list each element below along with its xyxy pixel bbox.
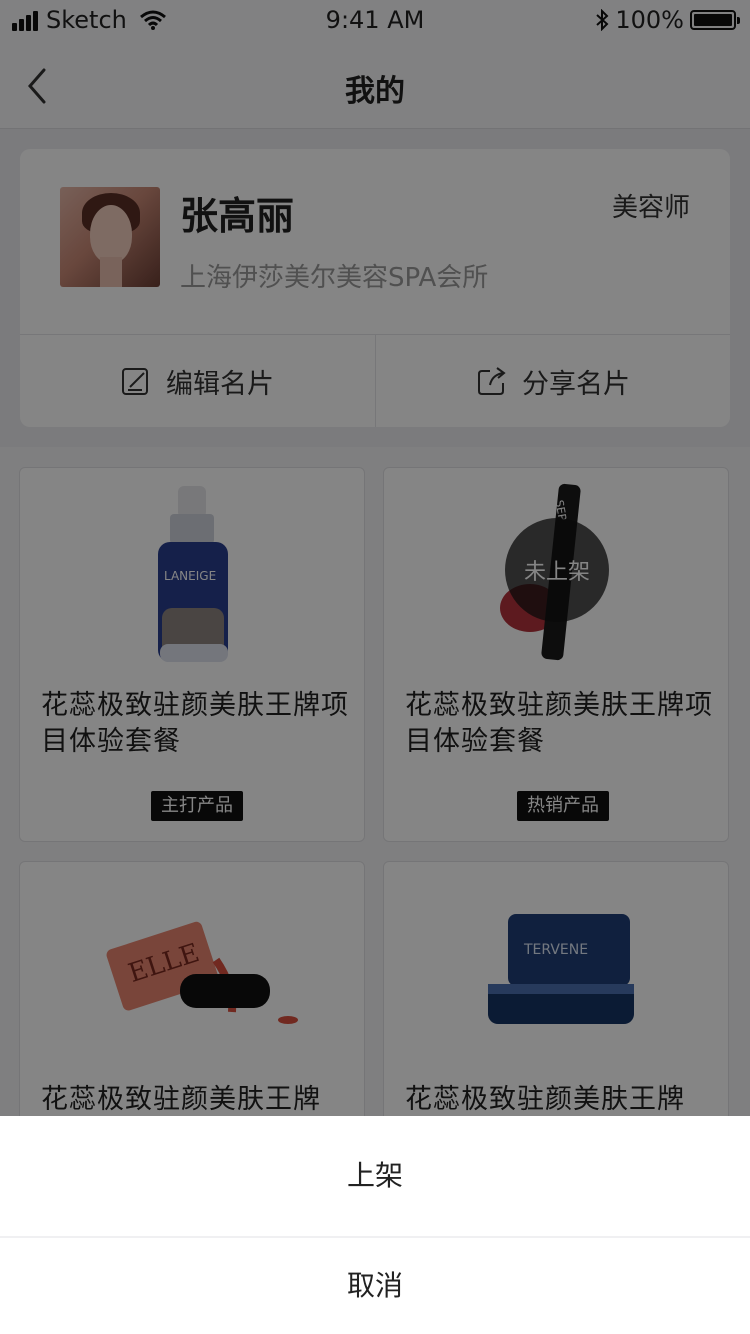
action-sheet: 上架 取消 [0,1116,750,1334]
cancel-button[interactable]: 取消 [0,1238,750,1334]
modal-backdrop[interactable] [0,0,750,1116]
list-on-shelf-button[interactable]: 上架 [0,1116,750,1236]
